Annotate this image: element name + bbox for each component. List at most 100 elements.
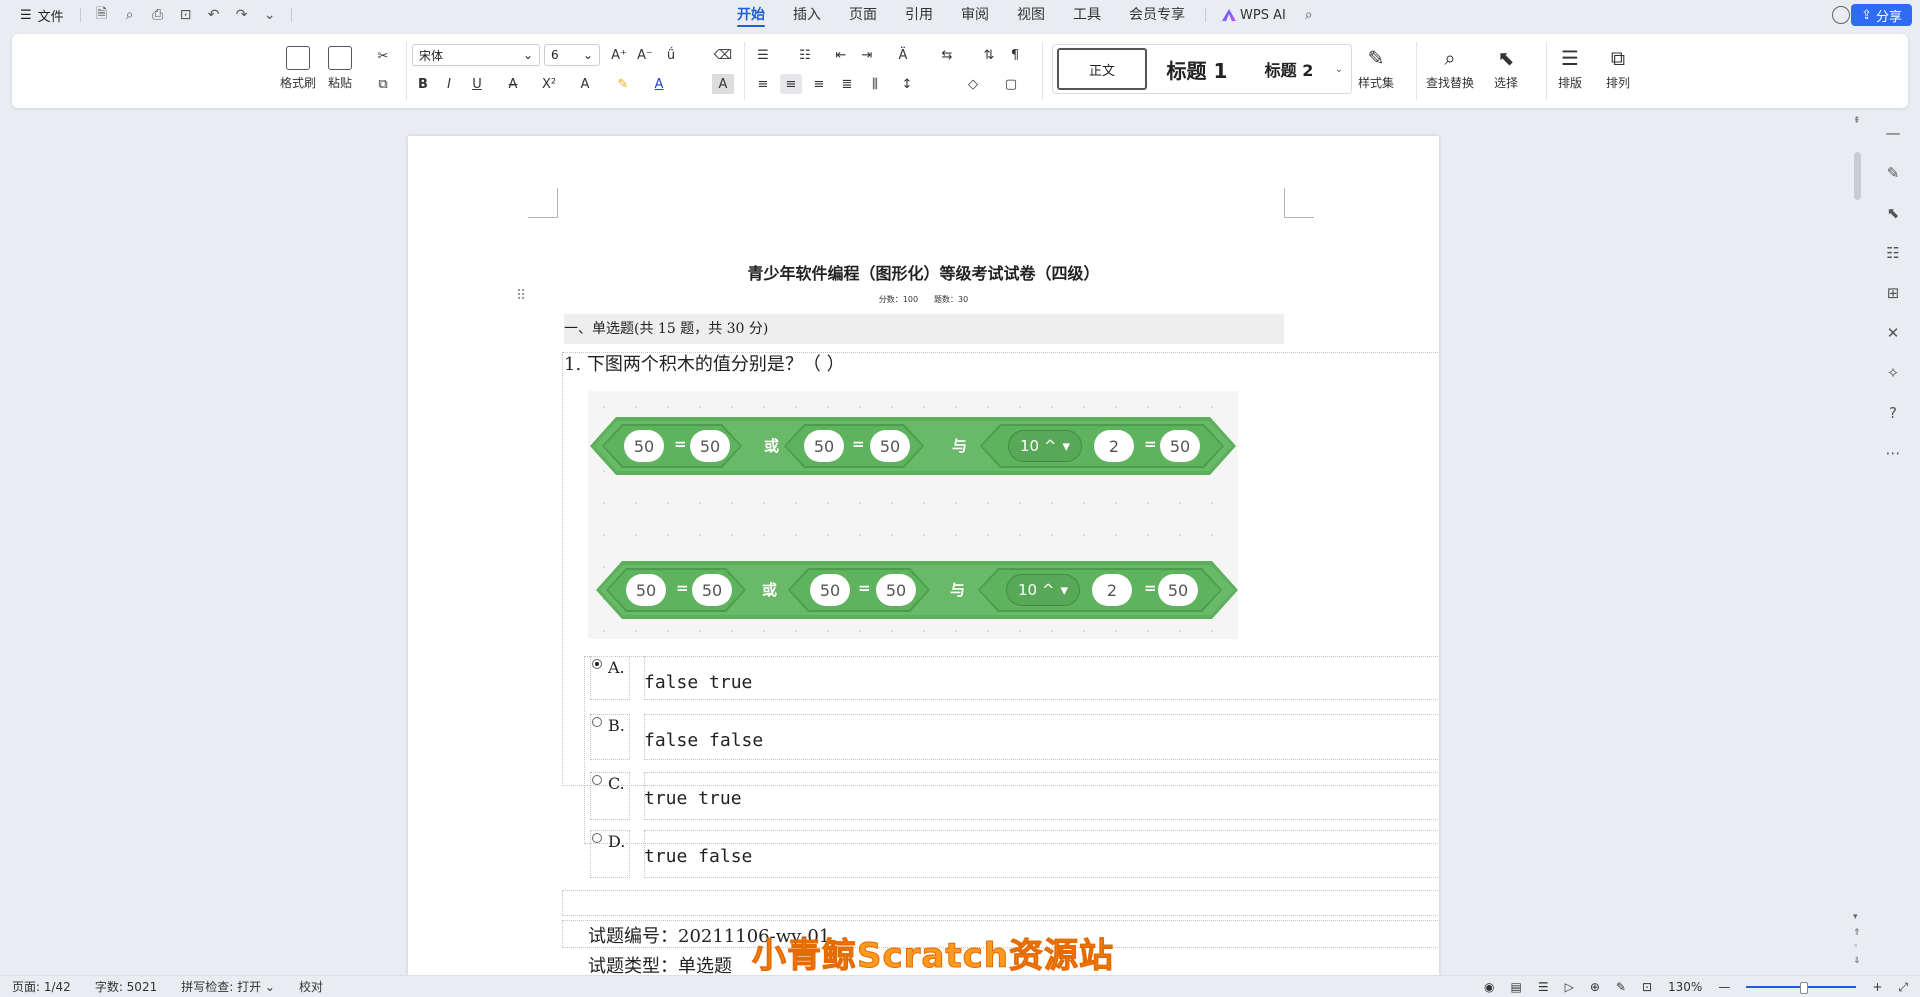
undo-icon[interactable]: ↶ — [201, 4, 227, 26]
find-replace-button[interactable]: ⌕ 查找替换 — [1426, 46, 1474, 91]
cloud-sync-icon[interactable] — [1832, 6, 1850, 24]
zoom-slider[interactable] — [1746, 982, 1857, 994]
option-d[interactable]: D. — [592, 832, 625, 851]
numbered-list-icon[interactable]: ☷ — [794, 45, 816, 65]
file-menu[interactable]: ☰ 文件 — [12, 4, 72, 26]
show-marks-icon[interactable]: ¶ — [1004, 45, 1026, 65]
clear-format-icon[interactable]: ⌫ — [712, 45, 734, 65]
highlight-icon[interactable]: ✎ — [612, 74, 634, 94]
justify-icon[interactable]: ≣ — [836, 74, 858, 94]
eye-icon[interactable]: ◉ — [1484, 980, 1494, 994]
italic-icon[interactable]: I — [438, 74, 460, 94]
distribute-icon[interactable]: ⫼ — [864, 74, 886, 94]
scroll-down-icon[interactable]: ▾ — [1853, 912, 1858, 922]
underline-icon[interactable]: U — [466, 74, 488, 94]
copy-icon[interactable]: ⧉ — [372, 74, 394, 94]
tab-home[interactable]: 开始 — [723, 0, 779, 30]
tab-insert[interactable]: 插入 — [779, 0, 835, 30]
sort-icon[interactable]: ⇅ — [978, 45, 1000, 65]
select-button[interactable]: ⬉ 选择 — [1494, 46, 1518, 91]
cut-icon[interactable]: ✂ — [372, 46, 394, 66]
superscript-icon[interactable]: X² — [538, 74, 560, 94]
char-shading-icon[interactable]: A — [712, 74, 734, 94]
tab-page[interactable]: 页面 — [835, 0, 891, 30]
phonetic-icon[interactable]: ǘ — [660, 45, 682, 65]
browse-object-icon[interactable]: ◦ — [1853, 942, 1858, 952]
chevron-down-icon[interactable]: ⌄ — [1331, 64, 1347, 75]
zoom-in-icon[interactable]: + — [1872, 980, 1882, 994]
chinese-layout-icon[interactable]: Ä — [892, 45, 914, 65]
line-spacing-icon[interactable]: ↕ — [896, 74, 918, 94]
share-button[interactable]: ⇪ 分享 — [1851, 4, 1912, 26]
page-view-icon[interactable]: ▤ — [1510, 980, 1521, 994]
more-icon[interactable]: ⋯ — [1884, 444, 1902, 462]
font-size-select[interactable]: 6 ⌄ — [544, 44, 600, 66]
font-name-select[interactable]: 宋体 ⌄ — [412, 44, 540, 66]
save-icon[interactable]: 🗎 — [89, 4, 115, 26]
select-cursor-icon[interactable]: ⬉ — [1884, 204, 1902, 222]
settings-sliders-icon[interactable]: ☷ — [1884, 244, 1902, 262]
style-normal[interactable]: 正文 — [1057, 48, 1147, 90]
vertical-scrollbar[interactable]: ⇞ ▾ ⇑ ◦ ⇓ — [1850, 116, 1864, 972]
scroll-top-icon[interactable]: ⇞ — [1853, 116, 1861, 126]
radio-icon[interactable] — [592, 716, 602, 727]
tab-references[interactable]: 引用 — [891, 0, 947, 30]
print-preview-icon[interactable]: ⊡ — [173, 4, 199, 26]
wps-ai-button[interactable]: WPS AI — [1212, 8, 1296, 23]
grow-font-icon[interactable]: A⁺ — [608, 45, 630, 65]
text-effect-icon[interactable]: A — [574, 74, 596, 94]
tab-review[interactable]: 审阅 — [947, 0, 1003, 30]
play-icon[interactable]: ▷ — [1565, 980, 1574, 994]
format-painter-button[interactable]: 格式刷 — [280, 46, 316, 91]
border-icon[interactable]: ▢ — [1000, 74, 1022, 94]
bullet-list-icon[interactable]: ☰ — [752, 45, 774, 65]
spell-check[interactable]: 拼写检查: 打开 ⌄ — [169, 978, 287, 995]
redo-icon[interactable]: ↷ — [229, 4, 255, 26]
radio-selected-icon[interactable] — [592, 658, 602, 669]
fullscreen-icon[interactable]: ⤢ — [1898, 980, 1908, 995]
page-indicator[interactable]: 页面: 1/42 — [0, 978, 83, 995]
print-icon[interactable]: ⎙ — [145, 4, 171, 26]
option-a[interactable]: A. — [592, 658, 625, 677]
strikethrough-icon[interactable]: A — [502, 74, 524, 94]
prev-page-icon[interactable]: ⇑ — [1853, 928, 1861, 938]
text-direction-icon[interactable]: ⇆ — [936, 45, 958, 65]
style-heading-1[interactable]: 标题 1 — [1147, 48, 1247, 90]
outline-view-icon[interactable]: ☰ — [1538, 980, 1549, 994]
write-icon[interactable]: ✎ — [1616, 980, 1626, 994]
tab-view[interactable]: 视图 — [1003, 0, 1059, 30]
tab-tools[interactable]: 工具 — [1059, 0, 1115, 30]
plugin-icon[interactable]: ✧ — [1884, 364, 1902, 382]
decrease-indent-icon[interactable]: ⇤ — [830, 45, 852, 65]
align-right-icon[interactable]: ≡ — [808, 74, 830, 94]
font-color-icon[interactable]: A — [648, 74, 670, 94]
fit-page-icon[interactable]: ⊡ — [1642, 980, 1652, 994]
radio-icon[interactable] — [592, 774, 602, 785]
zoom-level[interactable]: 130% — [1668, 980, 1702, 994]
help-icon[interactable]: ? — [1884, 404, 1902, 422]
style-heading-2[interactable]: 标题 2 — [1247, 48, 1331, 90]
align-left-icon[interactable]: ≡ — [752, 74, 774, 94]
style-set-button[interactable]: ✎ 样式集 — [1358, 46, 1394, 91]
layout-button[interactable]: ☰ 排版 — [1558, 46, 1582, 91]
shrink-font-icon[interactable]: A⁻ — [634, 45, 656, 65]
arrange-button[interactable]: ⧉ 排列 — [1606, 46, 1630, 91]
tab-member[interactable]: 会员专享 — [1115, 0, 1199, 30]
search-icon[interactable]: ⌕ — [1296, 4, 1322, 26]
document-page[interactable]: ⠿ 青少年软件编程（图形化）等级考试试卷（四级） 分数：100 题数：30 一、… — [408, 136, 1439, 997]
increase-indent-icon[interactable]: ⇥ — [856, 45, 878, 65]
word-count[interactable]: 字数: 5021 — [83, 978, 169, 995]
find-icon[interactable]: ⌕ — [117, 4, 143, 26]
shading-icon[interactable]: ◇ — [962, 74, 984, 94]
paste-button[interactable]: 粘贴 — [328, 46, 352, 91]
scroll-thumb[interactable] — [1854, 152, 1861, 200]
align-center-icon[interactable]: ≡ — [780, 74, 802, 94]
tools-icon[interactable]: ✕ — [1884, 324, 1902, 342]
radio-icon[interactable] — [592, 832, 602, 843]
bold-icon[interactable]: B — [412, 74, 434, 94]
option-c[interactable]: C. — [592, 774, 625, 793]
zoom-out-icon[interactable]: — — [1718, 980, 1730, 994]
next-page-icon[interactable]: ⇓ — [1853, 956, 1861, 966]
web-view-icon[interactable]: ⊕ — [1590, 980, 1600, 994]
edit-icon[interactable]: ✎ — [1884, 164, 1902, 182]
